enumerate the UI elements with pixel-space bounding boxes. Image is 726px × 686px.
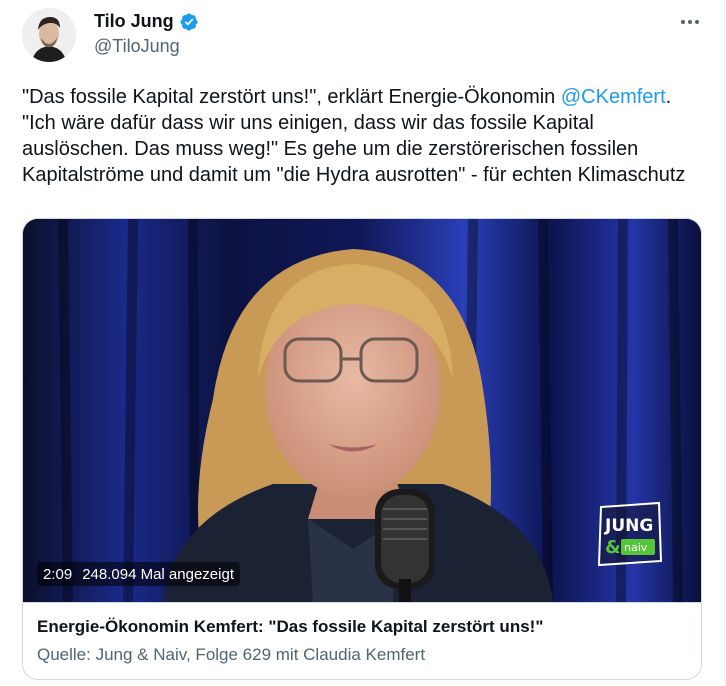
video-views: 248.094 Mal angezeigt xyxy=(82,565,234,583)
more-options-icon[interactable] xyxy=(678,12,702,32)
card-title[interactable]: Energie-Ökonomin Kemfert: "Das fossile K… xyxy=(37,617,543,637)
tweet: Tilo Jung @TiloJung "Das fossile Kapital… xyxy=(0,0,725,686)
card-footer[interactable]: Energie-Ökonomin Kemfert: "Das fossile K… xyxy=(23,602,701,679)
video-card[interactable]: JUNG & naiv 2:09 248.094 Mal angezeigt E… xyxy=(22,218,702,680)
logo-jung-text: JUNG xyxy=(604,516,653,536)
author-avatar[interactable] xyxy=(22,8,76,62)
mention-link[interactable]: @CKemfert xyxy=(561,86,666,108)
video-duration: 2:09 xyxy=(43,565,73,583)
tweet-text: "Das fossile Kapital zerstört uns!", erk… xyxy=(22,84,706,188)
tweet-text-part: "Das fossile Kapital zerstört uns!", erk… xyxy=(22,86,561,108)
verified-badge-icon[interactable] xyxy=(179,12,199,32)
card-source: Quelle: Jung & Naiv, Folge 629 mit Claud… xyxy=(37,645,426,664)
author-handle[interactable]: @TiloJung xyxy=(94,36,180,57)
logo-amp-text: & xyxy=(605,537,621,558)
video-info-overlay: 2:09 248.094 Mal angezeigt xyxy=(37,562,240,586)
author-name-row: Tilo Jung xyxy=(94,11,199,32)
author-display-name[interactable]: Tilo Jung xyxy=(94,11,174,32)
profile-photo xyxy=(22,8,76,62)
jung-naiv-logo: JUNG & naiv xyxy=(597,501,663,567)
logo-naiv-text: naiv xyxy=(624,541,648,554)
video-player[interactable]: JUNG & naiv 2:09 248.094 Mal angezeigt xyxy=(23,219,701,602)
